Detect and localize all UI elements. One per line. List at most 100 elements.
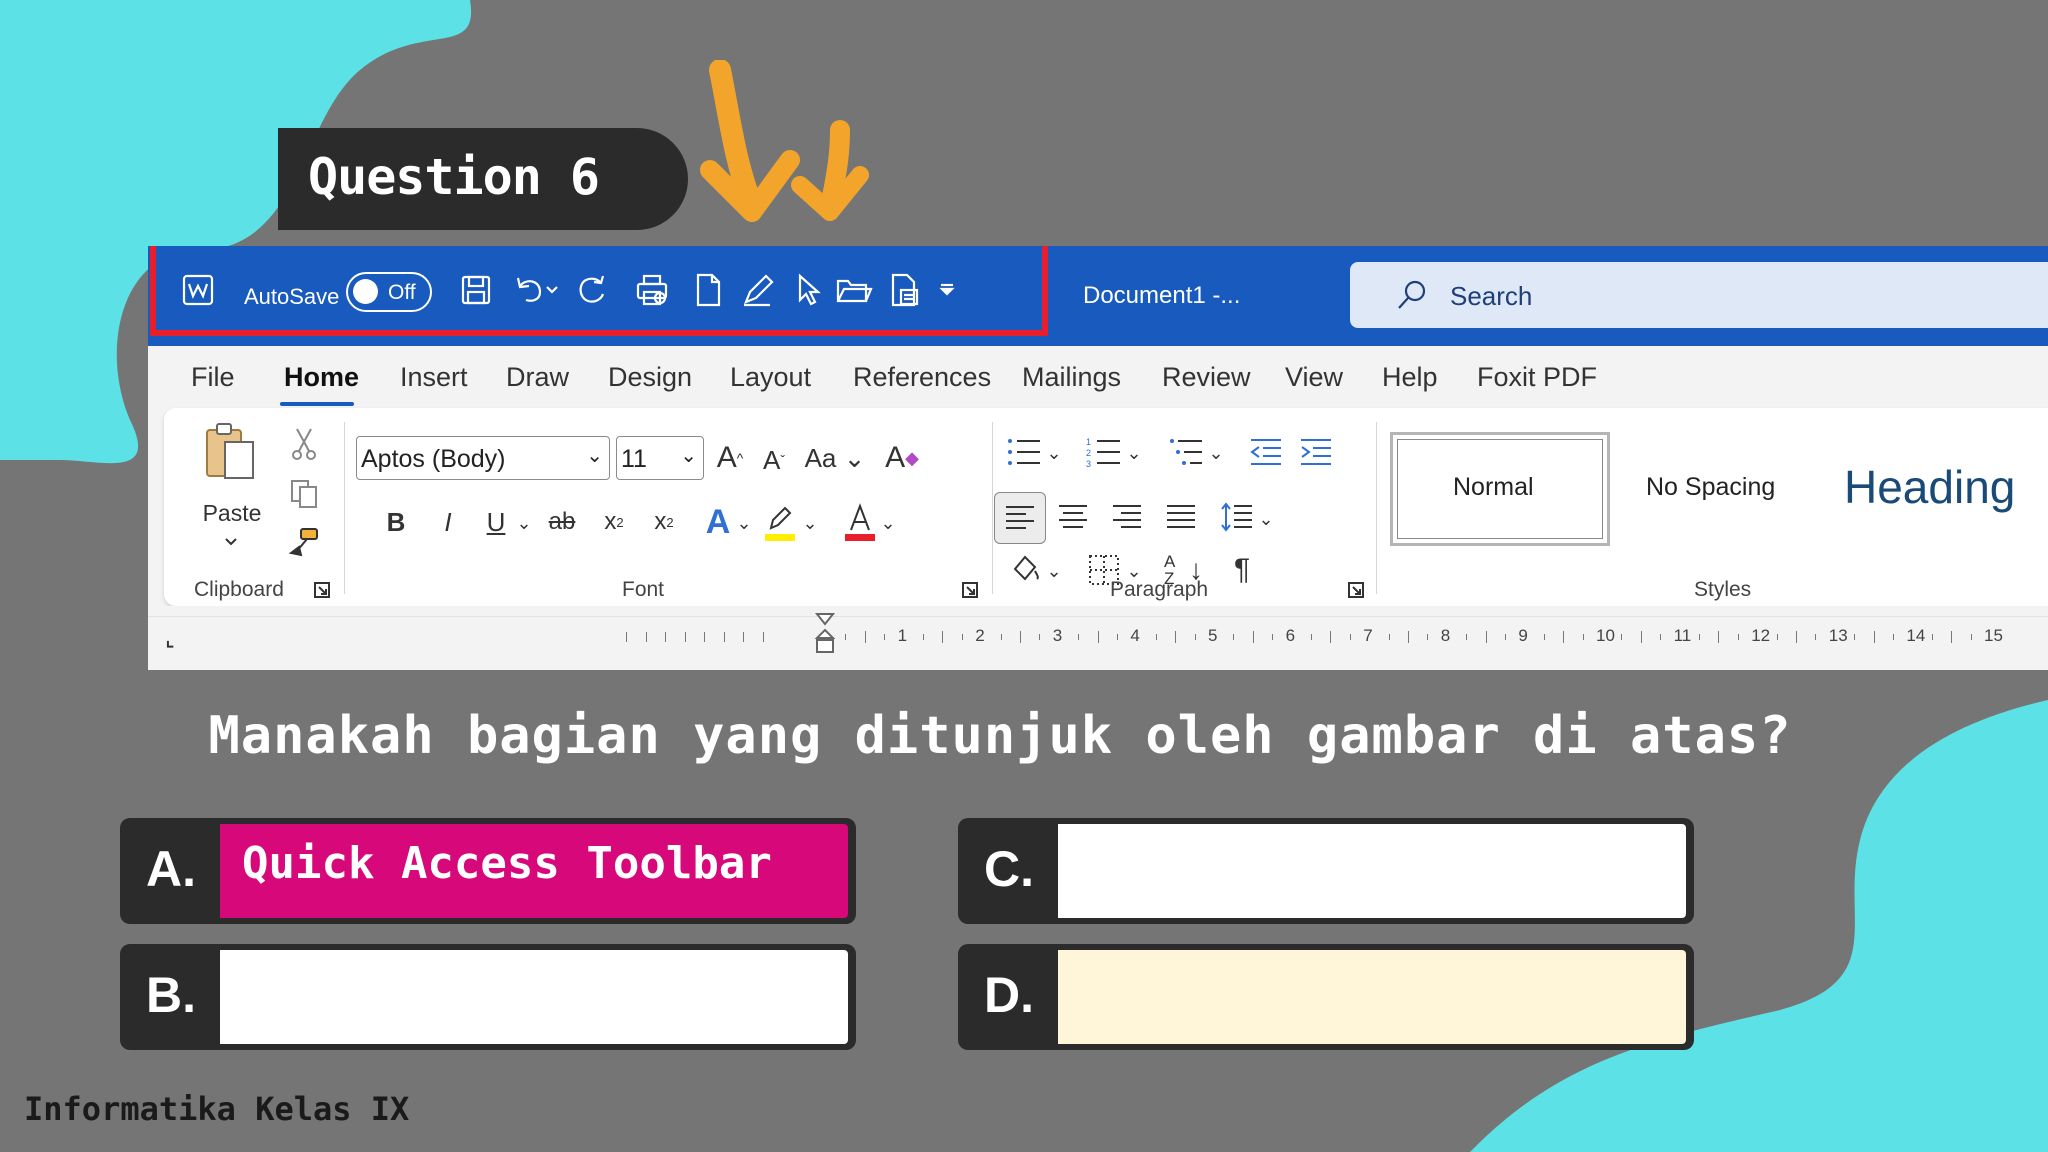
tab-review[interactable]: Review <box>1162 362 1251 393</box>
shrink-font-icon[interactable]: Aˇ <box>754 438 794 482</box>
style-no-spacing-label: No Spacing <box>1646 473 1776 501</box>
ruler-tick <box>961 634 963 640</box>
ruler: ⌞ 1 2 3 4 5 6 7 8 9 10 11 12 13 14 15 <box>148 606 2048 670</box>
ruler-tick <box>684 632 686 642</box>
multilevel-list-icon[interactable] <box>1164 430 1208 474</box>
ruler-tick <box>1349 634 1351 640</box>
tab-draw[interactable]: Draw <box>506 362 569 393</box>
increase-indent-icon[interactable] <box>1294 430 1338 474</box>
grow-font-icon[interactable]: A ^ <box>710 436 750 480</box>
paragraph-launcher-icon[interactable] <box>1346 580 1366 600</box>
tab-view[interactable]: View <box>1285 362 1343 393</box>
tab-selector-icon[interactable]: ⌞ <box>160 630 180 650</box>
strikethrough-icon[interactable]: ab <box>540 500 584 544</box>
font-name-dropdown[interactable]: Aptos (Body) ⌄ <box>356 436 610 480</box>
style-no-spacing[interactable]: No Spacing <box>1634 432 1814 546</box>
change-case-icon[interactable]: Aa ⌄ <box>804 436 866 480</box>
line-spacing-icon[interactable] <box>1214 494 1260 540</box>
text-effects-dropdown-chevron-icon[interactable]: ⌄ <box>734 508 754 538</box>
ruler-tick <box>1970 634 1972 640</box>
ruler-tick <box>1931 634 1933 640</box>
style-normal[interactable]: Normal <box>1390 432 1610 546</box>
decrease-indent-icon[interactable] <box>1244 430 1288 474</box>
ruler-tick <box>723 632 725 642</box>
tab-home[interactable]: Home <box>284 362 359 393</box>
justify-icon[interactable] <box>1158 494 1204 540</box>
align-right-icon[interactable] <box>1104 494 1150 540</box>
tab-layout[interactable]: Layout <box>730 362 811 393</box>
document-title: Document1 -... <box>1083 282 1241 309</box>
ruler-number: 4 <box>1130 626 1140 645</box>
answer-option-d[interactable]: D. <box>958 944 1694 1050</box>
superscript-icon[interactable]: x2 <box>644 500 684 544</box>
text-effects-icon[interactable]: A <box>698 498 738 546</box>
subscript-icon[interactable]: x2 <box>594 500 634 544</box>
ruler-tick <box>1873 631 1875 643</box>
question-text: Manakah bagian yang ditunjuk oleh gambar… <box>208 706 1792 766</box>
multilevel-dropdown-chevron-icon[interactable]: ⌄ <box>1206 438 1226 468</box>
ruler-tick <box>1020 631 1021 643</box>
group-separator <box>992 422 993 594</box>
align-left-icon[interactable] <box>994 492 1046 544</box>
group-label-paragraph: Paragraph <box>1110 578 1209 601</box>
bold-icon[interactable]: B <box>378 500 414 544</box>
underline-icon[interactable]: U <box>476 500 516 544</box>
ruler-number: 15 <box>1984 626 2003 645</box>
bullets-icon[interactable] <box>1002 430 1046 474</box>
tab-insert[interactable]: Insert <box>400 362 468 393</box>
shading-icon[interactable] <box>1004 548 1048 592</box>
ruler-number: 8 <box>1440 626 1451 645</box>
font-launcher-icon[interactable] <box>960 580 980 600</box>
word-window: AutoSave Off Document1 -... Search File … <box>148 246 2048 670</box>
tab-design[interactable]: Design <box>608 362 692 393</box>
ruler-top-border <box>148 616 2048 617</box>
search-icon <box>1392 275 1432 315</box>
font-color-icon[interactable] <box>840 498 880 546</box>
answer-text: Quick Access Toolbar <box>242 838 772 889</box>
ruler-number: 10 <box>1596 626 1615 645</box>
line-spacing-dropdown-chevron-icon[interactable]: ⌄ <box>1256 504 1276 534</box>
answer-letter: A. <box>146 841 196 897</box>
style-heading[interactable]: Heading <box>1828 432 2048 546</box>
paste-dropdown-chevron-icon[interactable] <box>216 532 246 552</box>
qat-highlight-box <box>150 246 1048 336</box>
ruler-tick <box>704 632 705 642</box>
answer-option-b[interactable]: B. <box>120 944 856 1050</box>
ruler-tick <box>1252 631 1254 643</box>
numbering-dropdown-chevron-icon[interactable]: ⌄ <box>1124 438 1144 468</box>
italic-icon[interactable]: I <box>430 500 466 544</box>
answer-field: Quick Access Toolbar <box>220 824 848 918</box>
answer-letter: D. <box>984 967 1034 1023</box>
font-size-dropdown[interactable]: 11 ⌄ <box>616 436 704 480</box>
font-color-dropdown-chevron-icon[interactable]: ⌄ <box>878 508 898 538</box>
align-center-icon[interactable] <box>1050 494 1096 540</box>
tab-mailings[interactable]: Mailings <box>1022 362 1121 393</box>
tab-file[interactable]: File <box>191 362 235 393</box>
paste-label[interactable]: Paste <box>192 498 272 528</box>
search-input[interactable]: Search <box>1350 262 2048 328</box>
highlight-color-icon[interactable] <box>760 498 800 546</box>
answer-option-a[interactable]: A. Quick Access Toolbar <box>120 818 856 924</box>
shading-dropdown-chevron-icon[interactable]: ⌄ <box>1044 556 1064 586</box>
ruler-tick <box>762 632 764 642</box>
ruler-tick <box>1796 631 1797 643</box>
highlight-dropdown-chevron-icon[interactable]: ⌄ <box>800 508 820 538</box>
answer-option-c[interactable]: C. <box>958 818 1694 924</box>
ruler-tick <box>1175 631 1177 643</box>
group-separator <box>1376 422 1377 594</box>
ribbon-home: Paste Clipboard Aptos (Body) ⌄ 11 ⌄ A ^ A… <box>164 408 2048 606</box>
clear-formatting-icon[interactable]: A ◆ <box>880 436 924 480</box>
paste-icon[interactable] <box>200 420 260 484</box>
tab-help[interactable]: Help <box>1382 362 1438 393</box>
tab-references[interactable]: References <box>853 362 991 393</box>
cut-icon[interactable] <box>284 424 324 464</box>
tab-foxit-pdf[interactable]: Foxit PDF <box>1477 362 1597 393</box>
numbering-icon[interactable]: 123 <box>1082 430 1126 474</box>
format-painter-icon[interactable] <box>284 522 324 562</box>
show-formatting-marks-icon[interactable]: ¶ <box>1220 548 1264 592</box>
clipboard-launcher-icon[interactable] <box>312 580 332 600</box>
copy-icon[interactable] <box>284 474 324 514</box>
bullets-dropdown-chevron-icon[interactable]: ⌄ <box>1044 438 1064 468</box>
ruler-tick <box>1718 631 1720 643</box>
underline-dropdown-chevron-icon[interactable]: ⌄ <box>514 508 534 538</box>
